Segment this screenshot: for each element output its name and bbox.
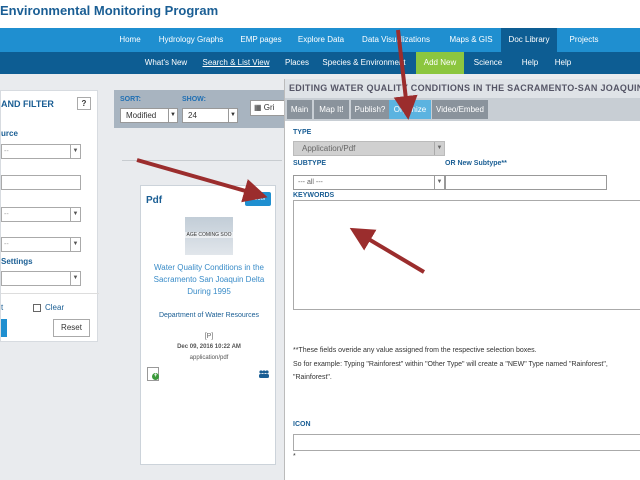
grid-label: Gri [263,103,275,112]
keywords-label: KEYWORDS [293,192,335,199]
tab-publish[interactable]: Publish? [351,100,389,119]
reset-button[interactable]: Reset [53,319,90,337]
nav-add-new[interactable]: Add New [416,52,464,74]
settings-select[interactable]: ▼ [1,271,81,286]
site-title[interactable]: Environmental Monitoring Program [0,3,218,18]
nav-emp-pages[interactable]: EMP pages [236,28,286,52]
show-value: 24 [188,111,197,120]
icon-note: * [293,453,296,460]
source-select[interactable]: -- ▼ [1,144,81,159]
nav-explore-data[interactable]: Explore Data [294,28,348,52]
add-document-icon[interactable]: + [147,367,159,381]
thumbnail-text: AGE COMING SOO [185,232,233,238]
sort-select[interactable]: Modified ▼ [120,108,178,123]
filter-divider [1,293,99,294]
card-date: Dec 09, 2016 10:22 AM [177,344,241,350]
filter-select-3-value: -- [4,241,9,248]
note-line-2: So for example: Typing "Rainforest" with… [293,361,608,368]
sort-label: SORT: [120,96,141,103]
filter-help-button[interactable]: ? [77,97,91,110]
edit-dialog: EDITING WATER QUALITY CONDITIONS IN THE … [284,79,640,480]
type-select: Application/Pdf ▼ [293,141,445,156]
chevron-down-icon: ▼ [434,176,444,189]
icon-label: ICON [293,421,311,428]
primary-nav: Home Hydrology Graphs EMP pages Explore … [0,28,640,52]
note-line-3: "Rainforest". [293,374,332,381]
nav-hydrology-graphs[interactable]: Hydrology Graphs [156,28,226,52]
people-icon[interactable] [258,370,270,380]
subtype-label: SUBTYPE [293,160,327,167]
chevron-down-icon: ▼ [70,238,80,251]
subtype-value: --- all --- [298,179,323,186]
chevron-down-icon: ▼ [70,145,80,158]
tab-organize[interactable]: Organize [389,100,431,119]
tab-video-embed[interactable]: Video/Embed [432,100,488,119]
clear-checkbox[interactable] [33,304,41,312]
nav-data-visualizations[interactable]: Data Visualizations [358,28,434,52]
filter-panel: AND FILTER ? urce -- ▼ -- ▼ -- ▼ Settings ▼… [0,90,99,342]
source-select-value: -- [4,148,9,155]
dialog-title: EDITING WATER QUALITY CONDITIONS IN THE … [285,79,640,98]
clear-label[interactable]: Clear [45,303,64,312]
filter-select-2[interactable]: -- ▼ [1,207,81,222]
keywords-textarea[interactable] [293,200,640,310]
settings-label: Settings [1,257,33,266]
filter-select-3[interactable]: -- ▼ [1,237,81,252]
document-card: Pdf Tools AGE COMING SOO Water Quality C… [140,185,276,465]
nav-home[interactable]: Home [114,28,146,52]
card-flag: [P] [204,333,214,340]
sort-value: Modified [126,111,157,120]
card-type: Pdf [146,195,163,206]
nav-search-list-view[interactable]: Search & List View [200,52,272,74]
nav-help-secondary[interactable]: Help [548,52,578,74]
divider [122,160,282,161]
nav-species-environment[interactable]: Species & Environment [322,52,406,74]
new-subtype-label: OR New Subtype** [445,160,507,167]
chevron-down-icon: ▼ [168,109,177,122]
nav-places[interactable]: Places [280,52,314,74]
top-header: Environmental Monitoring Program [0,0,640,28]
card-format: application/pdf [189,355,229,361]
chevron-down-icon: ▼ [70,208,80,221]
nav-help[interactable]: Help [514,52,546,74]
type-label: TYPE [293,129,312,136]
note-line-1: **These fields overide any value assigne… [293,347,537,354]
card-organization: Department of Water Resources [158,312,260,319]
dialog-tabs: Main Map It! Publish? Organize Video/Emb… [285,98,640,121]
filter-title: AND FILTER [1,99,54,109]
filter-text-input[interactable] [1,175,81,190]
new-subtype-input[interactable] [445,175,607,190]
tab-map-it[interactable]: Map It! [314,100,349,119]
filter-select-2-value: -- [4,211,9,218]
card-thumbnail[interactable]: AGE COMING SOO [185,217,233,255]
select-label[interactable]: t [1,303,3,312]
type-value: Application/Pdf [302,144,356,153]
show-label: SHOW: [182,96,206,103]
nav-maps-gis[interactable]: Maps & GIS [446,28,496,52]
nav-projects[interactable]: Projects [562,28,606,52]
tab-main[interactable]: Main [287,100,312,119]
grid-icon: ▦ [254,103,264,112]
secondary-nav: What's New Search & List View Places Spe… [0,52,640,74]
chevron-down-icon: ▼ [228,109,237,122]
nav-science[interactable]: Science [468,52,508,74]
show-select[interactable]: 24 ▼ [182,108,238,123]
card-title-link[interactable]: Water Quality Conditions in the Sacramen… [145,262,273,298]
chevron-down-icon: ▼ [434,142,444,155]
tools-button[interactable]: Tools [245,192,271,206]
results-toolbar: SORT: Modified ▼ SHOW: 24 ▼ ▦ Gri [114,90,292,128]
nav-whats-new[interactable]: What's New [140,52,192,74]
apply-button[interactable] [1,319,7,337]
source-label: urce [1,129,18,138]
subtype-select[interactable]: --- all --- ▼ [293,175,445,190]
icon-input[interactable] [293,434,640,451]
chevron-down-icon: ▼ [70,272,80,285]
nav-doc-library[interactable]: Doc Library [501,28,557,52]
